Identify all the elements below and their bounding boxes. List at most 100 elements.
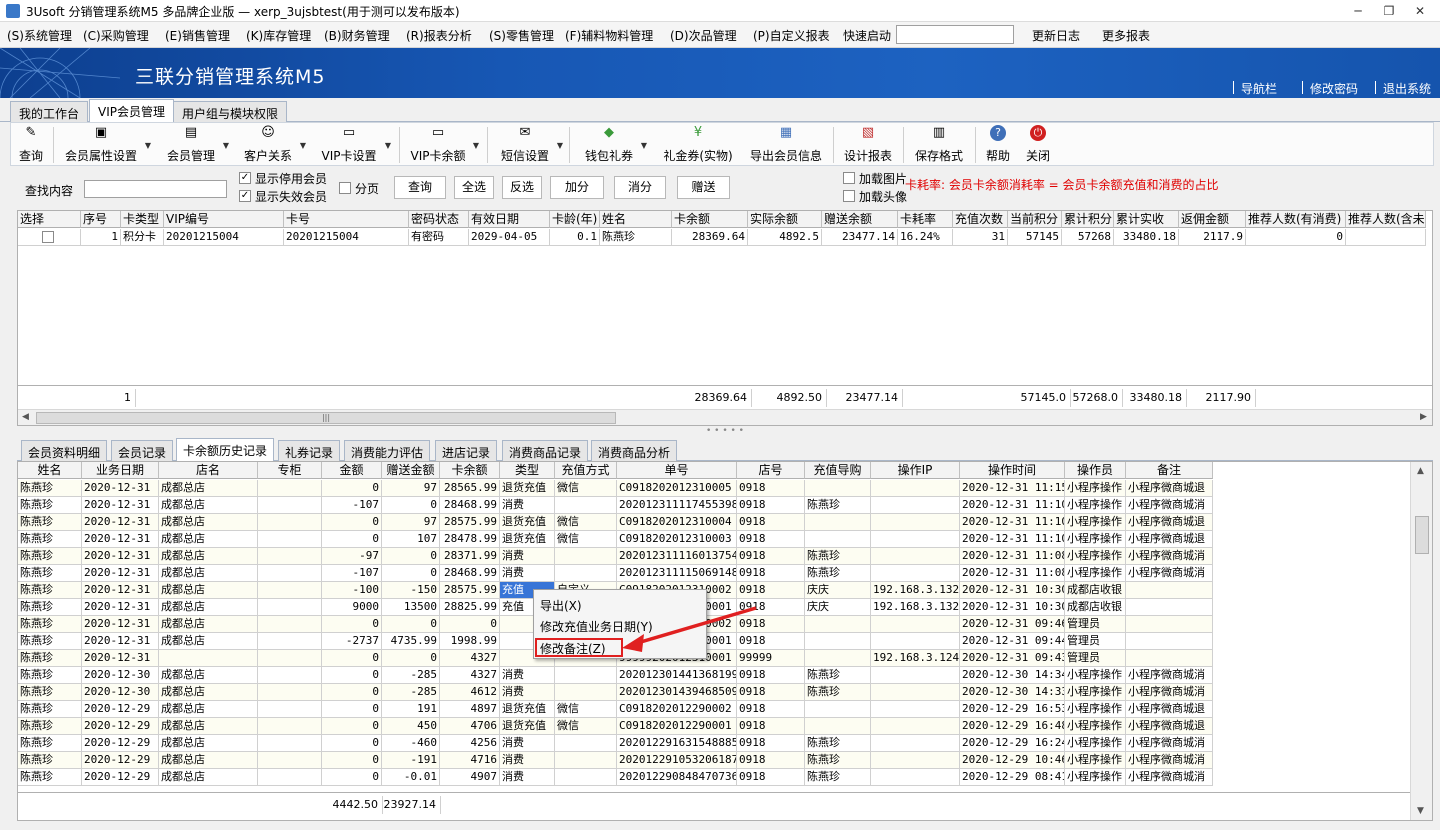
history-grid-column-header[interactable]: 姓名 <box>18 462 82 479</box>
save-format-button[interactable]: ▥ 保存格式 <box>913 125 965 165</box>
member-grid-column-header[interactable]: 充值次数 <box>953 211 1008 228</box>
close-icon[interactable]: ✕ <box>1408 2 1432 20</box>
menu-sales[interactable]: (E)销售管理 <box>165 27 230 44</box>
menu-defects[interactable]: (D)次品管理 <box>670 27 737 44</box>
add-points-button[interactable]: 加分 <box>550 176 604 199</box>
chevron-down-icon[interactable]: ▼ <box>223 141 229 150</box>
member-grid-column-header[interactable]: 累计积分 <box>1062 211 1114 228</box>
scroll-right-icon[interactable]: ▶ <box>1420 412 1427 422</box>
history-grid-column-header[interactable]: 充值方式 <box>555 462 617 479</box>
invert-selection-button[interactable]: 反选 <box>502 176 542 199</box>
help-button[interactable]: ? 帮助 <box>985 125 1011 165</box>
design-report-button[interactable]: ▧ 设计报表 <box>843 125 893 165</box>
history-grid-column-header[interactable]: 业务日期 <box>82 462 159 479</box>
menu-custom-reports[interactable]: (P)自定义报表 <box>753 27 830 44</box>
member-grid-column-header[interactable]: 卡余额 <box>672 211 748 228</box>
tab-vip-members[interactable]: VIP会员管理 <box>89 99 174 122</box>
menu-retail[interactable]: (S)零售管理 <box>489 27 554 44</box>
menu-purchase[interactable]: (C)采购管理 <box>83 27 149 44</box>
customer-relation-button[interactable]: ☺ 客户关系 ▼ <box>242 125 306 165</box>
vip-card-balance-button[interactable]: ▭ VIP卡余额 ▼ <box>409 125 480 165</box>
vertical-scrollbar[interactable]: ▲ ▼ <box>1410 462 1432 820</box>
history-grid-column-header[interactable]: 单号 <box>617 462 737 479</box>
history-grid-column-header[interactable]: 店号 <box>737 462 805 479</box>
minimize-icon[interactable]: ─ <box>1346 2 1370 20</box>
nav-bar-link[interactable]: 导航栏 <box>1241 80 1277 97</box>
member-grid-column-header[interactable]: 赠送余额 <box>822 211 898 228</box>
change-password-link[interactable]: 修改密码 <box>1310 80 1358 97</box>
search-query-button[interactable]: 查询 <box>394 176 446 199</box>
deduct-points-button[interactable]: 消分 <box>614 176 666 199</box>
menu-export[interactable]: 导出(X) <box>540 597 582 614</box>
export-members-button[interactable]: ▦ 导出会员信息 <box>749 125 823 165</box>
member-attr-button[interactable]: ▣ 会员属性设置 ▼ <box>63 125 151 165</box>
menu-system[interactable]: (S)系统管理 <box>7 27 72 44</box>
member-grid-column-header[interactable]: 卡龄(年) <box>550 211 600 228</box>
tab-visit-records[interactable]: 进店记录 <box>435 440 498 461</box>
load-image-checkbox[interactable] <box>843 172 855 184</box>
row-select-checkbox[interactable] <box>42 231 54 243</box>
tab-product-records[interactable]: 消费商品记录 <box>502 440 589 461</box>
logout-link[interactable]: 退出系统 <box>1383 80 1431 97</box>
history-grid-column-header[interactable]: 充值导购 <box>805 462 871 479</box>
chevron-down-icon[interactable]: ▼ <box>145 141 151 150</box>
scroll-thumb[interactable] <box>1415 516 1429 554</box>
tab-user-groups[interactable]: 用户组与模块权限 <box>173 101 288 122</box>
vip-card-settings-button[interactable]: ▭ VIP卡设置 ▼ <box>319 125 392 165</box>
member-grid-column-header[interactable]: 密码状态 <box>409 211 469 228</box>
member-grid-column-header[interactable]: 累计实收 <box>1114 211 1179 228</box>
more-reports-link[interactable]: 更多报表 <box>1102 27 1150 44</box>
member-grid-column-header[interactable]: 推荐人数(有消费) <box>1246 211 1346 228</box>
gift-voucher-button[interactable]: ¥ 礼金券(实物) <box>661 125 735 165</box>
member-grid-column-header[interactable]: 卡号 <box>284 211 409 228</box>
member-grid-column-header[interactable]: 选择 <box>18 211 81 228</box>
chevron-down-icon[interactable]: ▼ <box>557 141 563 150</box>
chevron-down-icon[interactable]: ▼ <box>300 141 306 150</box>
show-disabled-checkbox[interactable]: ✓ <box>239 172 251 184</box>
gift-button[interactable]: 赠送 <box>677 176 730 199</box>
history-grid-column-header[interactable]: 操作时间 <box>960 462 1065 479</box>
restore-icon[interactable]: ❐ <box>1377 2 1401 20</box>
wallet-coupon-button[interactable]: ◆ 钱包礼券 ▼ <box>583 125 647 165</box>
history-grid-column-header[interactable]: 操作IP <box>871 462 960 479</box>
member-grid-column-header[interactable]: VIP编号 <box>164 211 284 228</box>
scroll-thumb[interactable]: ||| <box>36 412 616 424</box>
sms-settings-button[interactable]: ✉ 短信设置 ▼ <box>499 125 563 165</box>
tab-member-details[interactable]: 会员资料明细 <box>21 440 108 461</box>
menu-inventory[interactable]: (K)库存管理 <box>246 27 311 44</box>
select-checkbox-cell[interactable] <box>18 229 81 246</box>
member-grid-column-header[interactable]: 卡类型 <box>121 211 164 228</box>
history-grid-column-header[interactable]: 赠送金额 <box>382 462 440 479</box>
splitter-handle[interactable]: • • • • • <box>17 427 1433 437</box>
tab-workbench[interactable]: 我的工作台 <box>10 101 89 122</box>
menu-reports[interactable]: (R)报表分析 <box>406 27 472 44</box>
tab-product-analysis[interactable]: 消费商品分析 <box>591 440 678 461</box>
history-grid-column-header[interactable]: 备注 <box>1126 462 1213 479</box>
tab-spending-evaluation[interactable]: 消费能力评估 <box>344 440 431 461</box>
history-grid-column-header[interactable]: 专柜 <box>258 462 322 479</box>
tab-member-records[interactable]: 会员记录 <box>111 440 174 461</box>
update-log-link[interactable]: 更新日志 <box>1032 27 1080 44</box>
query-button[interactable]: ✎ 查询 <box>17 125 45 165</box>
paging-checkbox[interactable] <box>339 182 351 194</box>
member-grid-column-header[interactable]: 返佣金额 <box>1179 211 1246 228</box>
member-grid-column-header[interactable]: 实际余额 <box>748 211 822 228</box>
member-grid-column-header[interactable]: 姓名 <box>600 211 672 228</box>
chevron-down-icon[interactable]: ▼ <box>641 141 647 150</box>
member-manage-button[interactable]: ▤ 会员管理 ▼ <box>165 125 229 165</box>
history-grid-column-header[interactable]: 操作员 <box>1065 462 1126 479</box>
horizontal-scrollbar[interactable]: ◀ ||| ▶ <box>18 409 1432 425</box>
tab-balance-history[interactable]: 卡余额历史记录 <box>176 438 275 461</box>
scroll-left-icon[interactable]: ◀ <box>22 412 29 422</box>
scroll-down-icon[interactable]: ▼ <box>1417 806 1424 816</box>
close-button[interactable]: ⏻ 关闭 <box>1025 125 1051 165</box>
search-input[interactable] <box>84 180 227 198</box>
history-grid-column-header[interactable]: 卡余额 <box>440 462 500 479</box>
history-grid-column-header[interactable]: 类型 <box>500 462 555 479</box>
select-all-button[interactable]: 全选 <box>454 176 494 199</box>
chevron-down-icon[interactable]: ▼ <box>385 141 391 150</box>
menu-edit-remark[interactable]: 修改备注(Z) <box>540 640 606 657</box>
menu-materials[interactable]: (F)辅料物料管理 <box>565 27 653 44</box>
show-invalid-checkbox[interactable]: ✓ <box>239 190 251 202</box>
menu-finance[interactable]: (B)财务管理 <box>324 27 390 44</box>
